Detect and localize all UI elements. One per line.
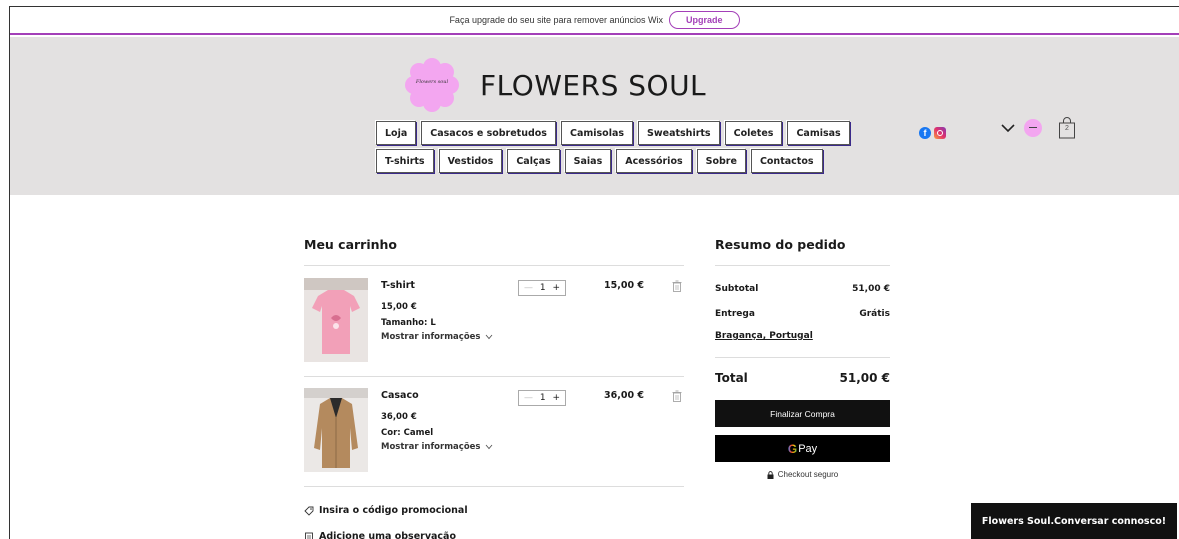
facebook-icon[interactable]: f (919, 127, 931, 139)
nav-item-sobre[interactable]: Sobre (696, 149, 746, 173)
item-total: 36,00 € (604, 390, 644, 401)
secure-checkout-note: Checkout seguro (715, 470, 890, 479)
item-unit-price: 36,00 € (381, 412, 417, 422)
summary-title: Resumo do pedido (715, 237, 846, 252)
nav-row-2: T-shirts Vestidos Calças Saias Acessório… (376, 149, 846, 173)
quantity-stepper[interactable]: — 1 + (518, 280, 566, 296)
nav-row-1: Loja Casacos e sobretudos Camisolas Swea… (376, 121, 850, 145)
nav-item-saias[interactable]: Saias (564, 149, 612, 173)
order-summary: Resumo do pedido Subtotal 51,00 € Entreg… (715, 237, 890, 479)
item-unit-price: 15,00 € (381, 302, 417, 312)
nav-item-coletes[interactable]: Coletes (724, 121, 783, 145)
chevron-down-icon[interactable] (1000, 120, 1016, 136)
secure-checkout-label: Checkout seguro (777, 470, 839, 479)
trash-icon[interactable] (672, 390, 682, 402)
product-image-casaco[interactable] (304, 388, 368, 472)
quantity-value[interactable]: 1 (540, 393, 546, 403)
google-pay-label: Pay (798, 442, 818, 455)
add-note-label: Adicione uma observação (319, 531, 456, 539)
subtotal-value: 51,00 € (852, 284, 890, 294)
shipping-value: Grátis (859, 309, 890, 319)
checkout-button[interactable]: Finalizar Compra (715, 400, 890, 427)
item-name[interactable]: Casaco (381, 390, 419, 401)
brand-logo[interactable]: Flowers soul FLOWERS SOUL (404, 57, 706, 113)
show-info-toggle[interactable]: Mostrar informações (381, 442, 493, 452)
chevron-down-icon (485, 334, 492, 340)
google-g-icon: G (787, 441, 798, 456)
shipping-row: Entrega Grátis (715, 309, 890, 319)
nav-item-acessorios[interactable]: Acessórios (616, 149, 692, 173)
quantity-value[interactable]: 1 (540, 283, 546, 293)
nav-item-sweatshirts[interactable]: Sweatshirts (638, 121, 720, 145)
increase-button[interactable]: + (552, 393, 560, 403)
increase-button[interactable]: + (552, 283, 560, 293)
tag-icon (304, 506, 314, 516)
divider (304, 486, 684, 487)
show-info-label: Mostrar informações (381, 332, 481, 342)
decrease-button[interactable]: — (524, 283, 533, 293)
main-nav: Loja Casacos e sobretudos Camisolas Swea… (376, 121, 850, 177)
wix-ad-bar: Faça upgrade do seu site para remover an… (10, 7, 1179, 35)
cart-item: T-shirt 15,00 € Tamanho: L Mostrar infor… (304, 278, 684, 364)
quantity-stepper[interactable]: — 1 + (518, 390, 566, 406)
product-image-tshirt[interactable] (304, 278, 368, 362)
nav-item-loja[interactable]: Loja (376, 121, 417, 145)
subtotal-label: Subtotal (715, 284, 759, 294)
cart-page: Meu carrinho T-shirt 15,00 € Tamanho: L … (10, 195, 1179, 539)
note-icon (305, 532, 313, 539)
wix-ad-message: Faça upgrade do seu site para remover an… (449, 15, 664, 25)
add-note-link[interactable]: Adicione uma observação (304, 531, 456, 539)
upgrade-button[interactable]: Upgrade (669, 11, 740, 29)
brand-name: FLOWERS SOUL (480, 68, 707, 102)
cart-title: Meu carrinho (304, 237, 398, 252)
promo-code-label: Insira o código promocional (319, 505, 468, 516)
show-info-label: Mostrar informações (381, 442, 481, 452)
total-label: Total (715, 371, 748, 385)
chevron-down-icon (485, 444, 492, 450)
cart-count: 2 (1065, 125, 1069, 132)
cart-item: Casaco 36,00 € Cor: Camel Mostrar inform… (304, 388, 684, 474)
google-pay-button[interactable]: G Pay (715, 435, 890, 462)
header-actions: 2 (1000, 117, 1076, 139)
shipping-location-link[interactable]: Bragança, Portugal (715, 331, 813, 341)
logo-text: Flowers soul (415, 79, 449, 85)
item-attribute: Cor: Camel (381, 428, 434, 438)
divider (304, 376, 684, 377)
promo-code-link[interactable]: Insira o código promocional (304, 505, 468, 516)
browser-frame: Faça upgrade do seu site para remover an… (9, 6, 1179, 539)
divider (304, 265, 684, 266)
social-links: f (919, 127, 946, 139)
divider (715, 357, 890, 358)
site-header: Flowers soul FLOWERS SOUL Loja Casacos e… (10, 37, 1179, 195)
flower-logo-icon: Flowers soul (404, 57, 460, 113)
shipping-label: Entrega (715, 309, 755, 319)
nav-item-vestidos[interactable]: Vestidos (438, 149, 503, 173)
cart-bag-icon[interactable]: 2 (1058, 117, 1076, 139)
item-name[interactable]: T-shirt (381, 280, 415, 291)
account-avatar[interactable] (1024, 119, 1042, 137)
item-attribute: Tamanho: L (381, 318, 436, 328)
divider (715, 265, 890, 266)
trash-icon[interactable] (672, 280, 682, 292)
nav-item-contactos[interactable]: Contactos (750, 149, 823, 173)
nav-item-tshirts[interactable]: T-shirts (376, 149, 434, 173)
lock-icon (767, 470, 774, 479)
subtotal-row: Subtotal 51,00 € (715, 284, 890, 294)
decrease-button[interactable]: — (524, 393, 533, 403)
nav-item-casacos[interactable]: Casacos e sobretudos (421, 121, 556, 145)
item-total: 15,00 € (604, 280, 644, 291)
nav-item-camisolas[interactable]: Camisolas (560, 121, 634, 145)
chat-button[interactable]: Flowers Soul.Conversar connosco! (971, 503, 1177, 539)
total-row: Total 51,00 € (715, 371, 890, 385)
nav-item-camisas[interactable]: Camisas (787, 121, 850, 145)
nav-item-calcas[interactable]: Calças (507, 149, 560, 173)
instagram-icon[interactable] (934, 127, 946, 139)
total-value: 51,00 € (839, 371, 890, 385)
show-info-toggle[interactable]: Mostrar informações (381, 332, 493, 342)
